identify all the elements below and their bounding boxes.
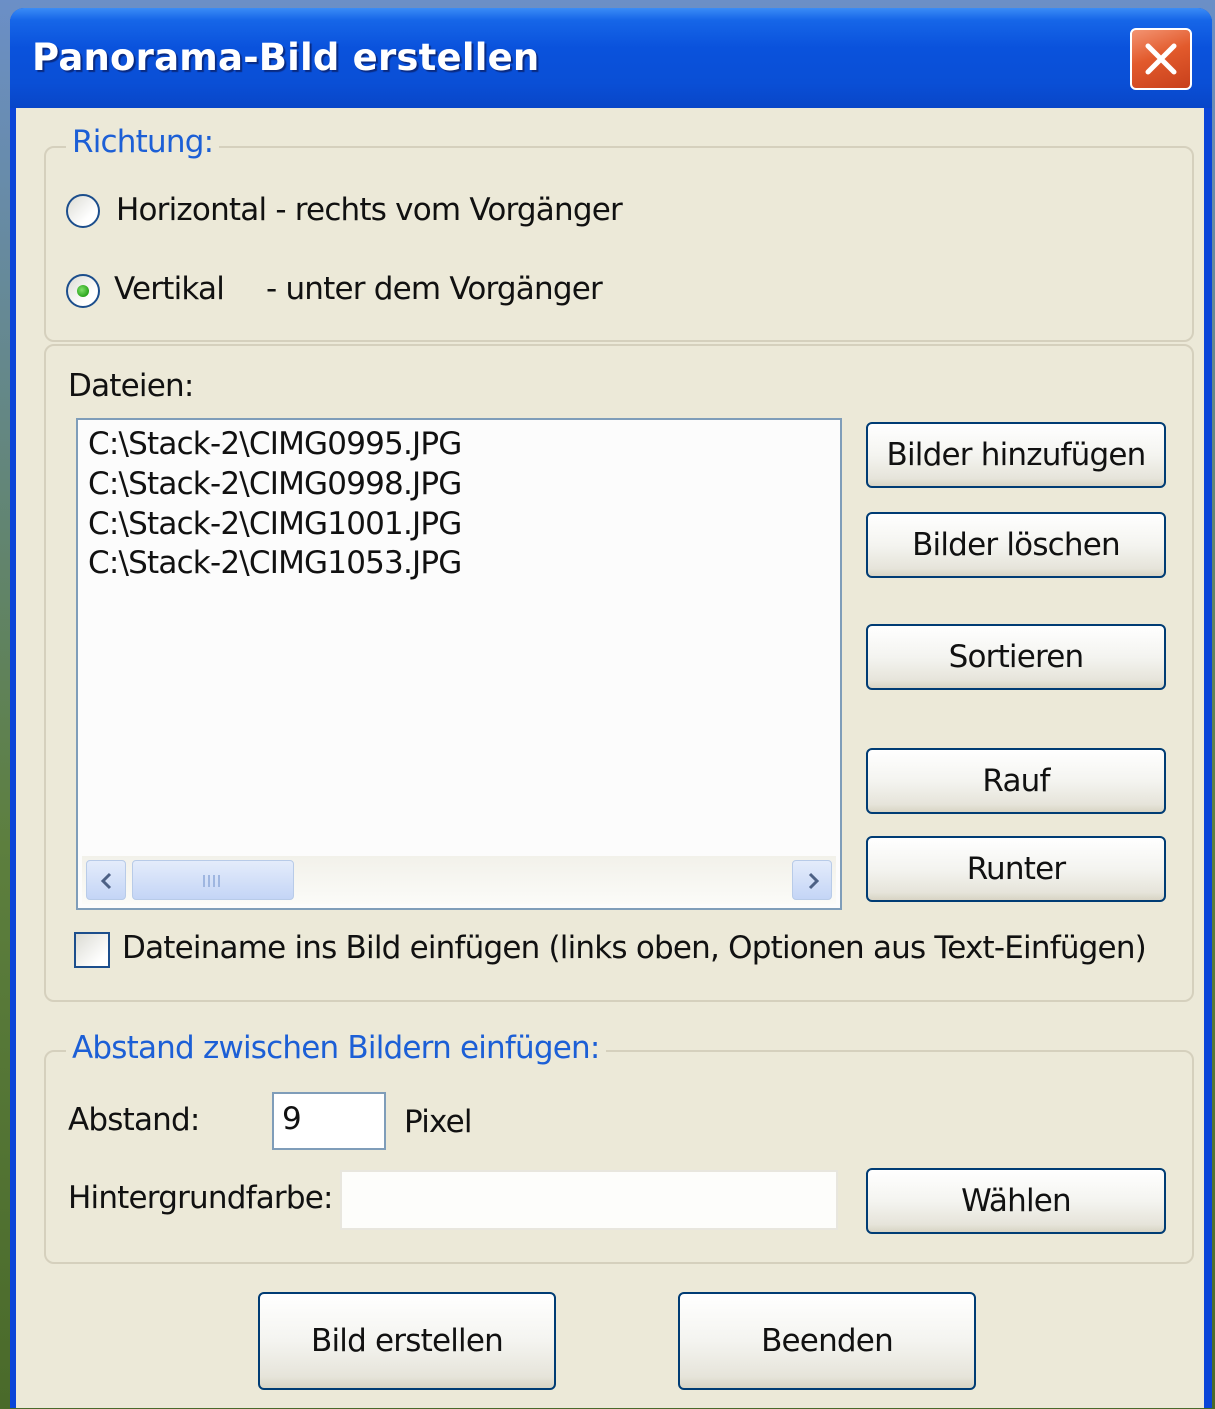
direction-groupbox	[44, 146, 1194, 342]
bgcolor-field[interactable]	[340, 1170, 838, 1230]
scroll-left-button[interactable]	[86, 860, 126, 900]
exit-button[interactable]: Beenden	[678, 1292, 976, 1390]
spacing-group-label: Abstand zwischen Bildern einfügen:	[66, 1030, 606, 1066]
filename-checkbox[interactable]	[74, 932, 110, 968]
list-item[interactable]: C:\Stack-2\CIMG1001.JPG	[88, 506, 462, 542]
delete-images-button[interactable]: Bilder löschen	[866, 512, 1166, 578]
vertical-radio[interactable]	[66, 274, 100, 308]
window-title: Panorama-Bild erstellen	[32, 36, 540, 79]
scroll-right-button[interactable]	[792, 860, 832, 900]
horizontal-radio[interactable]	[66, 194, 100, 228]
title-bar[interactable]: Panorama-Bild erstellen	[10, 8, 1212, 108]
create-image-button[interactable]: Bild erstellen	[258, 1292, 556, 1390]
distance-unit-label: Pixel	[404, 1104, 472, 1140]
vertical-radio-suffix[interactable]: - unter dem Vorgänger	[266, 271, 603, 307]
list-item[interactable]: C:\Stack-2\CIMG1053.JPG	[88, 545, 462, 581]
choose-color-button[interactable]: Wählen	[866, 1168, 1166, 1234]
close-button[interactable]	[1130, 28, 1192, 90]
file-listbox[interactable]: C:\Stack-2\CIMG0995.JPG C:\Stack-2\CIMG0…	[76, 418, 842, 910]
distance-label: Abstand:	[68, 1102, 200, 1138]
direction-group-label: Richtung:	[66, 124, 220, 160]
filename-checkbox-label[interactable]: Dateiname ins Bild einfügen (links oben,…	[122, 930, 1147, 966]
vertical-radio-label[interactable]: Vertikal	[114, 271, 225, 307]
bgcolor-label: Hintergrundfarbe:	[68, 1180, 333, 1216]
move-down-button[interactable]: Runter	[866, 836, 1166, 902]
dialog-client-area: Richtung: Horizontal - rechts vom Vorgän…	[16, 108, 1204, 1408]
list-item[interactable]: C:\Stack-2\CIMG0995.JPG	[88, 426, 462, 462]
close-icon	[1145, 43, 1177, 75]
dialog-window: Panorama-Bild erstellen Richtung: Horizo…	[10, 8, 1212, 1408]
chevron-right-icon	[808, 872, 820, 890]
radio-selected-dot	[77, 285, 89, 297]
files-label: Dateien:	[68, 368, 194, 404]
distance-input[interactable]: 9	[272, 1092, 386, 1150]
move-up-button[interactable]: Rauf	[866, 748, 1166, 814]
list-item[interactable]: C:\Stack-2\CIMG0998.JPG	[88, 466, 462, 502]
scroll-thumb[interactable]	[132, 860, 294, 900]
grip-icon	[203, 875, 220, 887]
horizontal-radio-label[interactable]: Horizontal - rechts vom Vorgänger	[116, 192, 623, 228]
sort-button[interactable]: Sortieren	[866, 624, 1166, 690]
chevron-left-icon	[100, 872, 112, 890]
add-images-button[interactable]: Bilder hinzufügen	[866, 422, 1166, 488]
horizontal-scrollbar[interactable]	[82, 856, 836, 904]
